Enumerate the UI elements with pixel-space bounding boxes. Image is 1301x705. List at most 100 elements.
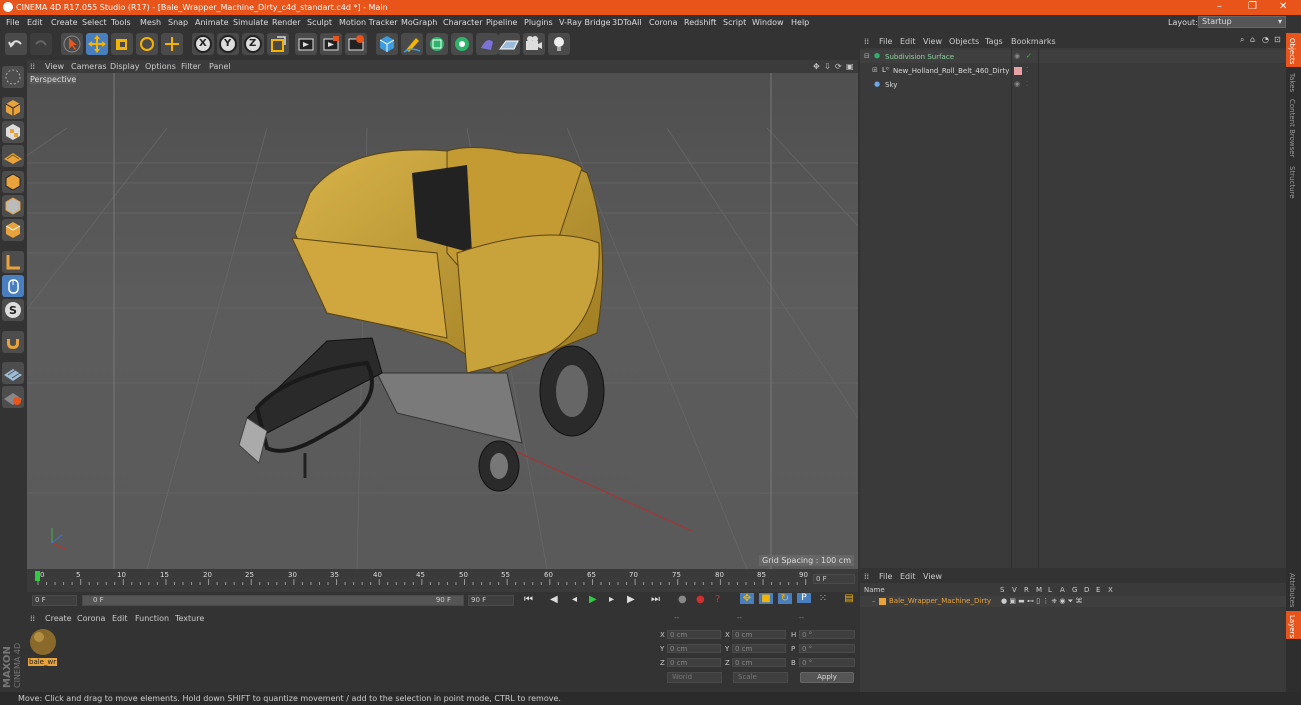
- material-menu-create[interactable]: Create: [45, 614, 72, 623]
- start-frame-field[interactable]: 0 F: [32, 595, 77, 606]
- object-row-subdivision[interactable]: ⊟ ⬢ Subdivision Surface ◉ ✓: [860, 50, 1286, 63]
- menu-pipeline[interactable]: Pipeline: [486, 18, 517, 27]
- live-selection-button[interactable]: [61, 33, 83, 55]
- edges-mode-button[interactable]: [2, 195, 24, 217]
- polygons-mode-button[interactable]: [2, 219, 24, 241]
- position-x-field[interactable]: 0 cm: [667, 630, 721, 639]
- autokey-icon[interactable]: ●: [696, 594, 705, 605]
- viewport-rotate-icon[interactable]: ⟳: [835, 62, 842, 71]
- object-nav-icon[interactable]: ◔: [1262, 35, 1269, 44]
- close-button[interactable]: ✕: [1279, 1, 1287, 12]
- menu-character[interactable]: Character: [443, 18, 483, 27]
- visibility-dots-icon[interactable]: ⁚: [1026, 66, 1028, 74]
- menu-snap[interactable]: Snap: [168, 18, 188, 27]
- key-pla-icon[interactable]: ⁙: [816, 593, 830, 604]
- axis-mode-button[interactable]: [2, 251, 24, 273]
- apply-button[interactable]: Apply: [800, 672, 854, 683]
- size-y-field[interactable]: 0 cm: [732, 644, 786, 653]
- layer-color-swatch[interactable]: [879, 598, 886, 605]
- menu-plugins[interactable]: Plugins: [524, 18, 553, 27]
- tab-objects[interactable]: Objects: [1288, 38, 1296, 64]
- collapse-icon[interactable]: ⊟: [864, 52, 870, 60]
- viewport-menu-options[interactable]: Options: [145, 62, 176, 71]
- model-mode-button[interactable]: [2, 97, 24, 119]
- viewport-move-icon[interactable]: ✥: [813, 62, 820, 71]
- tab-takes[interactable]: Takes: [1288, 73, 1296, 92]
- mograph-cloner-button[interactable]: [451, 33, 473, 55]
- menu-3dtoall[interactable]: 3DToAll: [612, 18, 642, 27]
- previous-frame-icon[interactable]: ◂: [572, 594, 577, 605]
- scale-tool-button[interactable]: [111, 33, 133, 55]
- workplane-snap-button[interactable]: [2, 362, 24, 384]
- record-icon[interactable]: ●: [678, 594, 687, 605]
- tab-content-browser[interactable]: Content Browser: [1288, 99, 1296, 157]
- keyframe-help-icon[interactable]: ?: [715, 594, 720, 605]
- menu-help[interactable]: Help: [791, 18, 809, 27]
- position-y-field[interactable]: 0 cm: [667, 644, 721, 653]
- make-editable-button[interactable]: [2, 66, 24, 88]
- menu-animate[interactable]: Animate: [195, 18, 229, 27]
- material-menu-function[interactable]: Function: [135, 614, 169, 623]
- layout-select[interactable]: Startup ▾: [1198, 16, 1286, 28]
- render-picture-viewer-button[interactable]: [320, 33, 342, 55]
- z-axis-button[interactable]: Z: [242, 33, 264, 55]
- pen-spline-button[interactable]: [401, 33, 423, 55]
- previous-key-icon[interactable]: ◀: [550, 594, 558, 605]
- menu-file[interactable]: File: [6, 18, 19, 27]
- points-mode-button[interactable]: [2, 171, 24, 193]
- restore-button[interactable]: ❐: [1248, 1, 1257, 12]
- object-menu-edit[interactable]: Edit: [900, 37, 916, 46]
- menu-render[interactable]: Render: [272, 18, 300, 27]
- material-menu-corona[interactable]: Corona: [77, 614, 105, 623]
- timeline-window-icon[interactable]: ▤: [842, 593, 856, 604]
- rotation-b-field[interactable]: 0 °: [799, 658, 855, 667]
- timeline-ruler[interactable]: 0 5 10 15 20 25 30 35 40 45 50 55 60 65 …: [27, 569, 858, 593]
- material-menu-edit[interactable]: Edit: [112, 614, 128, 623]
- render-settings-button[interactable]: [345, 33, 367, 55]
- perspective-viewport[interactable]: Perspective Grid Spacing : 100 cm: [27, 73, 858, 569]
- layer-row[interactable]: – Bale_Wrapper_Machine_Dirty ● ▣ ▬ ⊷ ▯ ⋮…: [860, 596, 1286, 607]
- menu-window[interactable]: Window: [752, 18, 784, 27]
- size-mode-select[interactable]: Scale: [733, 672, 788, 683]
- object-menu-file[interactable]: File: [879, 37, 892, 46]
- menu-simulate[interactable]: Simulate: [233, 18, 268, 27]
- layer-menu-edit[interactable]: Edit: [900, 572, 916, 581]
- end-frame-field[interactable]: 90 F: [468, 595, 514, 606]
- viewport-menu-cameras[interactable]: Cameras: [71, 62, 107, 71]
- menu-vray-bridge[interactable]: V-Ray Bridge: [559, 18, 611, 27]
- object-menu-bookmarks[interactable]: Bookmarks: [1011, 37, 1056, 46]
- snap-button[interactable]: [2, 331, 24, 353]
- object-home-icon[interactable]: ⌂: [1250, 35, 1255, 44]
- key-rotation-icon[interactable]: ↻: [778, 593, 792, 604]
- tab-layers[interactable]: Layers: [1288, 615, 1296, 638]
- coordinate-system-button[interactable]: [267, 33, 289, 55]
- material-menu-texture[interactable]: Texture: [175, 614, 204, 623]
- layer-color-swatch[interactable]: [1014, 67, 1022, 75]
- rotate-tool-button[interactable]: [136, 33, 158, 55]
- visibility-dots-icon[interactable]: ◉: [1014, 80, 1020, 88]
- visibility-dots-icon[interactable]: ◉: [1014, 52, 1020, 60]
- menu-corona[interactable]: Corona: [649, 18, 677, 27]
- layer-menu-view[interactable]: View: [923, 572, 942, 581]
- menu-select[interactable]: Select: [82, 18, 107, 27]
- viewport-menu-view[interactable]: View: [45, 62, 64, 71]
- layer-menu-file[interactable]: File: [879, 572, 892, 581]
- menu-mograph[interactable]: MoGraph: [401, 18, 437, 27]
- frame-range-slider[interactable]: 0 F 90 F: [82, 595, 464, 606]
- object-menu-objects[interactable]: Objects: [949, 37, 979, 46]
- y-axis-button[interactable]: Y: [217, 33, 239, 55]
- tab-attributes[interactable]: Attributes: [1288, 573, 1296, 608]
- undo-button[interactable]: [5, 33, 27, 55]
- deformer-button[interactable]: [476, 33, 498, 55]
- solo-button[interactable]: S: [2, 299, 24, 321]
- tweak-mode-button[interactable]: [2, 275, 24, 297]
- coordinate-mode-select[interactable]: World: [667, 672, 722, 683]
- menu-redshift[interactable]: Redshift: [684, 18, 716, 27]
- go-to-start-icon[interactable]: ⏮: [524, 594, 533, 605]
- tab-structure[interactable]: Structure: [1288, 166, 1296, 199]
- texture-mode-button[interactable]: [2, 121, 24, 143]
- viewport-down-arrow-icon[interactable]: ⇩: [824, 62, 831, 71]
- position-z-field[interactable]: 0 cm: [667, 658, 721, 667]
- move-tool-button[interactable]: [86, 33, 108, 55]
- light-button[interactable]: [548, 33, 570, 55]
